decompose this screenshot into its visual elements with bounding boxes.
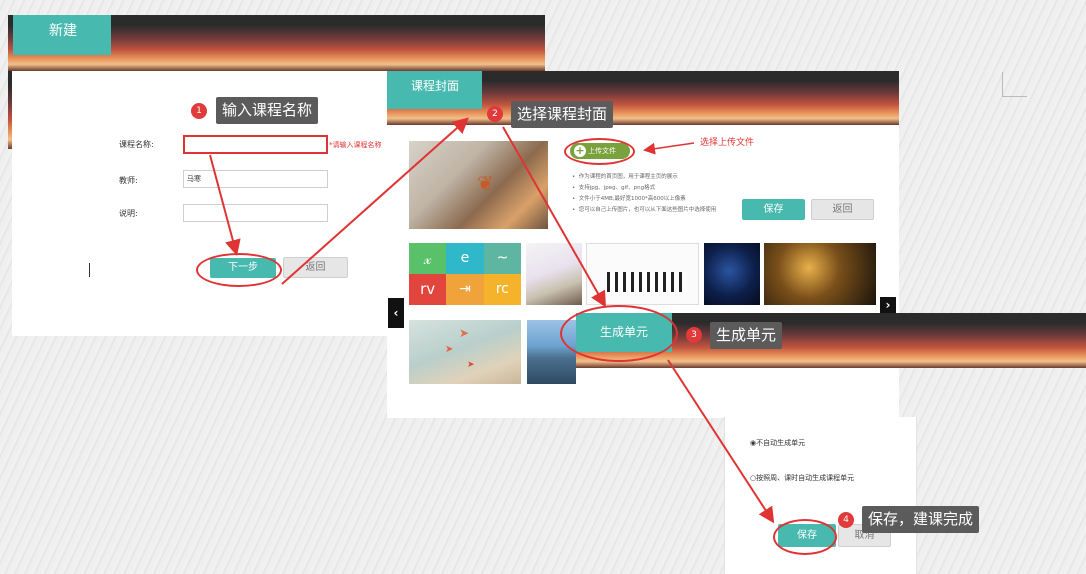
app-tile-icon: ⇥: [446, 274, 484, 305]
no-auto-unit-label: 不自动生成单元: [756, 439, 806, 447]
teacher-input[interactable]: 马寒: [183, 170, 328, 188]
step2-top-right-corner: [1002, 72, 1027, 97]
cover-notes-list: • 作为课程的首页图，用于课程主页的展示 • 支持jpg、jpeg、gif、pn…: [572, 172, 716, 216]
app-tile-icon: 𝓍: [409, 243, 447, 274]
thumbnail-bokeh-lights[interactable]: [764, 243, 876, 305]
carousel-prev-button[interactable]: ‹: [388, 298, 404, 328]
cover-preview-image: ❦: [409, 141, 548, 229]
cover-note-item: • 文件小于4MB,最好宽1000*高600以上像素: [572, 196, 686, 202]
callout-3: 生成单元: [710, 322, 783, 349]
step2-back-button[interactable]: 返回: [811, 199, 874, 220]
thumbnail-sneaker-sketch[interactable]: [586, 243, 699, 305]
step2-header-tab: 课程封面: [387, 71, 482, 109]
thumbnail-art-supplies[interactable]: [526, 243, 582, 305]
text-cursor: [89, 263, 90, 277]
cover-note-item: • 您可以自己上传图片，也可以从下面这些图片中选择使用: [572, 207, 717, 213]
cover-note-item: • 支持jpg、jpeg、gif、png格式: [572, 185, 656, 191]
app-tile-icon: rc: [483, 274, 521, 305]
step2-save-button[interactable]: 保存: [742, 199, 805, 220]
app-tile-icon: e: [446, 243, 484, 274]
highlight-unit-tab: [560, 305, 678, 362]
description-input[interactable]: [183, 204, 328, 222]
highlight-next-button: [196, 253, 282, 287]
callout-number-4: 4: [838, 512, 854, 528]
auto-unit-option[interactable]: ○按照周、课时自动生成课程单元: [750, 473, 854, 483]
app-tile-icon: ~: [483, 243, 521, 274]
course-name-input[interactable]: [183, 135, 328, 154]
highlight-final-save: [773, 519, 837, 555]
callout-1: 输入课程名称: [216, 97, 319, 124]
thumbnail-app-icons[interactable]: 𝓍 e ~ rv ⇥ rc: [409, 243, 521, 305]
callout-number-1: 1: [191, 103, 207, 119]
auto-unit-label: 按照周、课时自动生成课程单元: [756, 474, 855, 482]
paper-plane-icon: ➤: [445, 344, 454, 355]
step2-title: 课程封面: [411, 79, 460, 93]
carousel-next-button[interactable]: ›: [880, 297, 896, 313]
step1-back-button[interactable]: 返回: [283, 257, 348, 278]
thumbnail-paper-planes[interactable]: ➤ ➤ ➤: [409, 320, 521, 384]
cover-note-item: • 作为课程的首页图，用于课程主页的展示: [572, 174, 678, 180]
callout-number-3: 3: [686, 327, 702, 343]
app-tile-icon: rv: [409, 274, 447, 305]
paper-plane-icon: ➤: [467, 360, 475, 370]
step1-header-tab: 新建: [13, 15, 111, 55]
upload-hint-text: 选择上传文件: [700, 138, 755, 148]
no-auto-unit-option[interactable]: ◉不自动生成单元: [750, 438, 805, 448]
callout-4: 保存，建课完成: [862, 506, 980, 533]
course-name-required-hint: *请输入课程名称: [329, 141, 382, 149]
leaf-icon: ❦: [477, 171, 494, 195]
paper-plane-icon: ➤: [459, 326, 470, 340]
description-label: 说明:: [119, 209, 138, 218]
chevron-right-icon: ›: [885, 298, 891, 312]
course-name-label: 课程名称:: [119, 140, 154, 149]
callout-number-2: 2: [487, 106, 503, 122]
teacher-label: 教师:: [119, 176, 138, 185]
thumbnail-blue-night[interactable]: [704, 243, 760, 305]
piano-keys-pattern: [607, 272, 687, 292]
chevron-left-icon: ‹: [393, 306, 399, 320]
callout-2: 选择课程封面: [511, 101, 614, 128]
step1-title: 新建: [49, 23, 77, 39]
highlight-upload-button: [564, 138, 635, 165]
